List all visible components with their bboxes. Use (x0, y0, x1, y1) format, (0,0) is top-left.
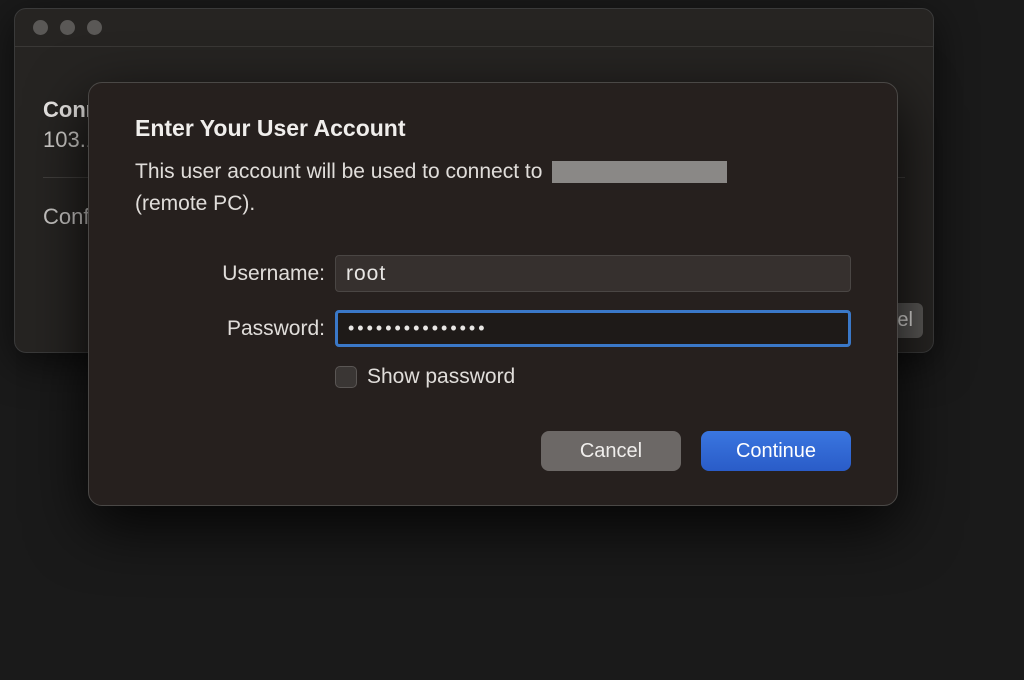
show-password-checkbox[interactable] (335, 366, 357, 388)
username-row: Username: (135, 255, 851, 292)
dialog-description-suffix: (remote PC). (135, 192, 255, 215)
continue-button[interactable]: Continue (701, 431, 851, 471)
dialog-description-prefix: This user account will be used to connec… (135, 160, 548, 183)
maximize-icon[interactable] (87, 20, 102, 35)
username-label: Username: (135, 262, 335, 286)
close-icon[interactable] (33, 20, 48, 35)
window-titlebar (15, 9, 933, 47)
password-label: Password: (135, 317, 335, 341)
password-row: Password: (135, 310, 851, 347)
show-password-label: Show password (367, 365, 515, 389)
user-account-dialog: Enter Your User Account This user accoun… (88, 82, 898, 506)
password-input[interactable] (335, 310, 851, 347)
minimize-icon[interactable] (60, 20, 75, 35)
dialog-title: Enter Your User Account (135, 115, 851, 142)
show-password-row: Show password (335, 365, 851, 389)
dialog-button-row: Cancel Continue (135, 431, 851, 471)
cancel-button[interactable]: Cancel (541, 431, 681, 471)
redacted-hostname (552, 161, 727, 183)
username-input[interactable] (335, 255, 851, 292)
dialog-description: This user account will be used to connec… (135, 156, 851, 219)
